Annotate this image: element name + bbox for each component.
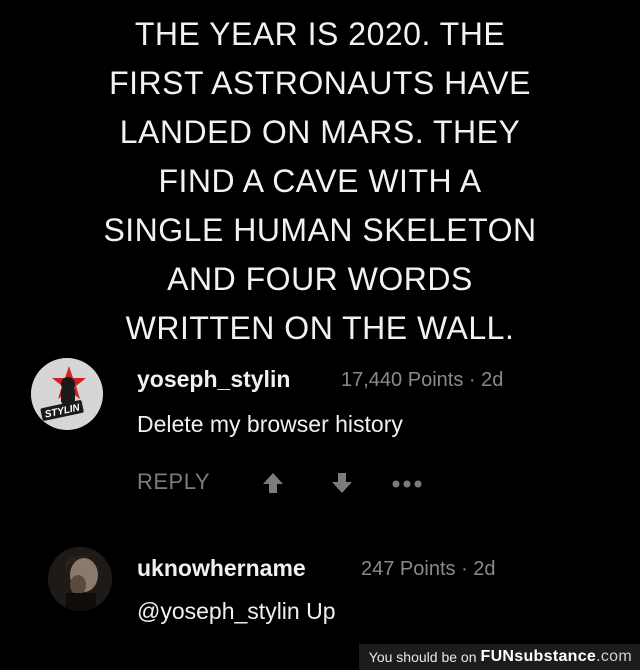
avatar[interactable]: STYLIN <box>31 358 103 430</box>
headline-line: THE YEAR IS 2020. THE <box>134 16 506 52</box>
watermark-prefix: You should be on <box>368 649 477 665</box>
watermark-brand-strong: FUNsubstance <box>480 648 597 665</box>
more-options-button[interactable] <box>391 477 423 489</box>
headline-line: SINGLE HUMAN SKELETON <box>103 212 537 248</box>
comment-text: Delete my browser history <box>137 411 403 437</box>
watermark-brand-light: .com <box>596 648 632 665</box>
comment-username[interactable]: uknowhername <box>137 555 306 582</box>
headline-line: FIND A CAVE WITH A <box>158 163 482 199</box>
comment-points: 247 Points · 2d <box>361 558 496 580</box>
reply-button[interactable]: REPLY <box>137 469 210 495</box>
arrow-up-icon <box>263 473 283 493</box>
arrow-down-icon <box>332 473 352 493</box>
watermark-brand: FUNsubstance.com <box>481 648 633 666</box>
ellipsis-icon <box>392 480 422 488</box>
avatar[interactable] <box>48 547 112 611</box>
headline-line: WRITTEN ON THE WALL. <box>125 310 515 346</box>
headline-line: FIRST ASTRONAUTS HAVE <box>109 65 531 101</box>
avatar-photo-icon <box>48 547 112 611</box>
comment-text: @yoseph_stylin Up <box>137 598 336 624</box>
avatar-stylin-icon: STYLIN <box>31 358 103 430</box>
downvote-button[interactable] <box>331 472 353 494</box>
headline-line: AND FOUR WORDS <box>167 261 473 297</box>
comment-username[interactable]: yoseph_stylin <box>137 366 290 393</box>
upvote-button[interactable] <box>262 472 284 494</box>
comment-points: 17,440 Points · 2d <box>341 369 504 391</box>
post-headline: THE YEAR IS 2020. THE FIRST ASTRONAUTS H… <box>0 10 640 353</box>
watermark[interactable]: You should be on FUNsubstance.com <box>358 644 640 670</box>
comment-actions: REPLY <box>137 467 457 497</box>
headline-line: LANDED ON MARS. THEY <box>119 114 521 150</box>
